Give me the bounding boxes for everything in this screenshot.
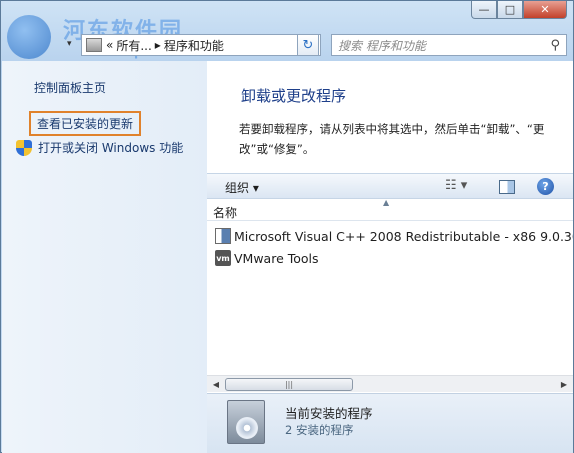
horizontal-scrollbar[interactable]: ◀ ||| ▶: [207, 375, 573, 392]
column-header: ▲ 名称: [207, 198, 573, 221]
main-pane: 卸载或更改程序 若要卸载程序，请从列表中将其选中，然后单击“卸载”、“更改”或“…: [207, 61, 573, 453]
search-placeholder: 搜索 程序和功能: [338, 38, 426, 53]
preview-pane-icon[interactable]: [499, 180, 515, 194]
task-pane: 控制面板主页 查看已安装的更新 打开或关闭 Windows 功能: [2, 61, 207, 453]
status-title: 当前安装的程序: [285, 406, 373, 421]
program-name: Microsoft Visual C++ 2008 Redistributabl…: [234, 228, 573, 244]
navigation-bar: ▾ « 所有... ▸ 程序和功能 ▾ ↻ 搜索 程序和功能 ⚲: [9, 33, 567, 57]
close-button[interactable]: ✕: [523, 1, 567, 19]
view-installed-updates-link[interactable]: 查看已安装的更新: [29, 111, 142, 136]
search-input[interactable]: 搜索 程序和功能 ⚲: [331, 34, 567, 56]
installed-programs-icon: [227, 400, 265, 444]
back-forward-buttons[interactable]: [9, 33, 65, 57]
uac-shield-icon: [16, 139, 32, 156]
maximize-button[interactable]: □: [497, 1, 523, 19]
breadcrumb-separator-icon[interactable]: ▸: [155, 38, 161, 52]
program-name: VMware Tools: [234, 250, 319, 266]
status-count: 2 安装的程序: [285, 423, 354, 437]
breadcrumb-programs[interactable]: 程序和功能: [164, 37, 224, 54]
windows-features-link[interactable]: 打开或关闭 Windows 功能: [16, 139, 183, 156]
column-name[interactable]: 名称: [213, 204, 237, 221]
list-item[interactable]: Microsoft Visual C++ 2008 Redistributabl…: [207, 225, 573, 247]
scroll-right-icon[interactable]: ▶: [557, 378, 571, 391]
change-view-button[interactable]: ☷ ▾: [445, 178, 467, 193]
command-bar: 组织 ▾ ☷ ▾ ?: [207, 173, 573, 199]
caption-buttons: — □ ✕: [471, 1, 567, 19]
page-description: 若要卸载程序，请从列表中将其选中，然后单击“卸载”、“更改”或“修复”。: [239, 122, 545, 156]
scroll-left-icon[interactable]: ◀: [209, 378, 223, 391]
windows-features-label: 打开或关闭 Windows 功能: [38, 141, 184, 155]
minimize-button[interactable]: —: [471, 1, 497, 19]
scroll-thumb[interactable]: |||: [225, 378, 353, 391]
list-item[interactable]: vm VMware Tools: [207, 247, 573, 269]
page-title: 卸载或更改程序: [241, 87, 347, 105]
programs-and-features-window: 河东软件园 www.pc0359.cn — □ ✕ ▾ « 所有... ▸ 程序…: [0, 0, 574, 453]
address-bar[interactable]: « 所有... ▸ 程序和功能 ▾: [81, 34, 321, 56]
organize-button[interactable]: 组织 ▾: [225, 179, 259, 196]
vmware-icon: vm: [215, 250, 231, 266]
control-panel-home-link[interactable]: 控制面板主页: [34, 79, 106, 96]
breadcrumb-all[interactable]: 所有...: [116, 37, 151, 54]
sort-ascending-icon: ▲: [383, 198, 390, 207]
control-panel-icon: [86, 38, 102, 52]
vc-redist-icon: [215, 228, 231, 244]
search-icon[interactable]: ⚲: [550, 38, 560, 53]
address-chevrons[interactable]: «: [106, 38, 113, 52]
details-pane: 当前安装的程序 2 安装的程序: [207, 393, 573, 453]
help-icon[interactable]: ?: [537, 178, 554, 195]
program-list: Microsoft Visual C++ 2008 Redistributabl…: [207, 225, 573, 269]
refresh-button[interactable]: ↻: [297, 34, 319, 56]
recent-pages-dropdown-icon[interactable]: ▾: [67, 39, 72, 49]
